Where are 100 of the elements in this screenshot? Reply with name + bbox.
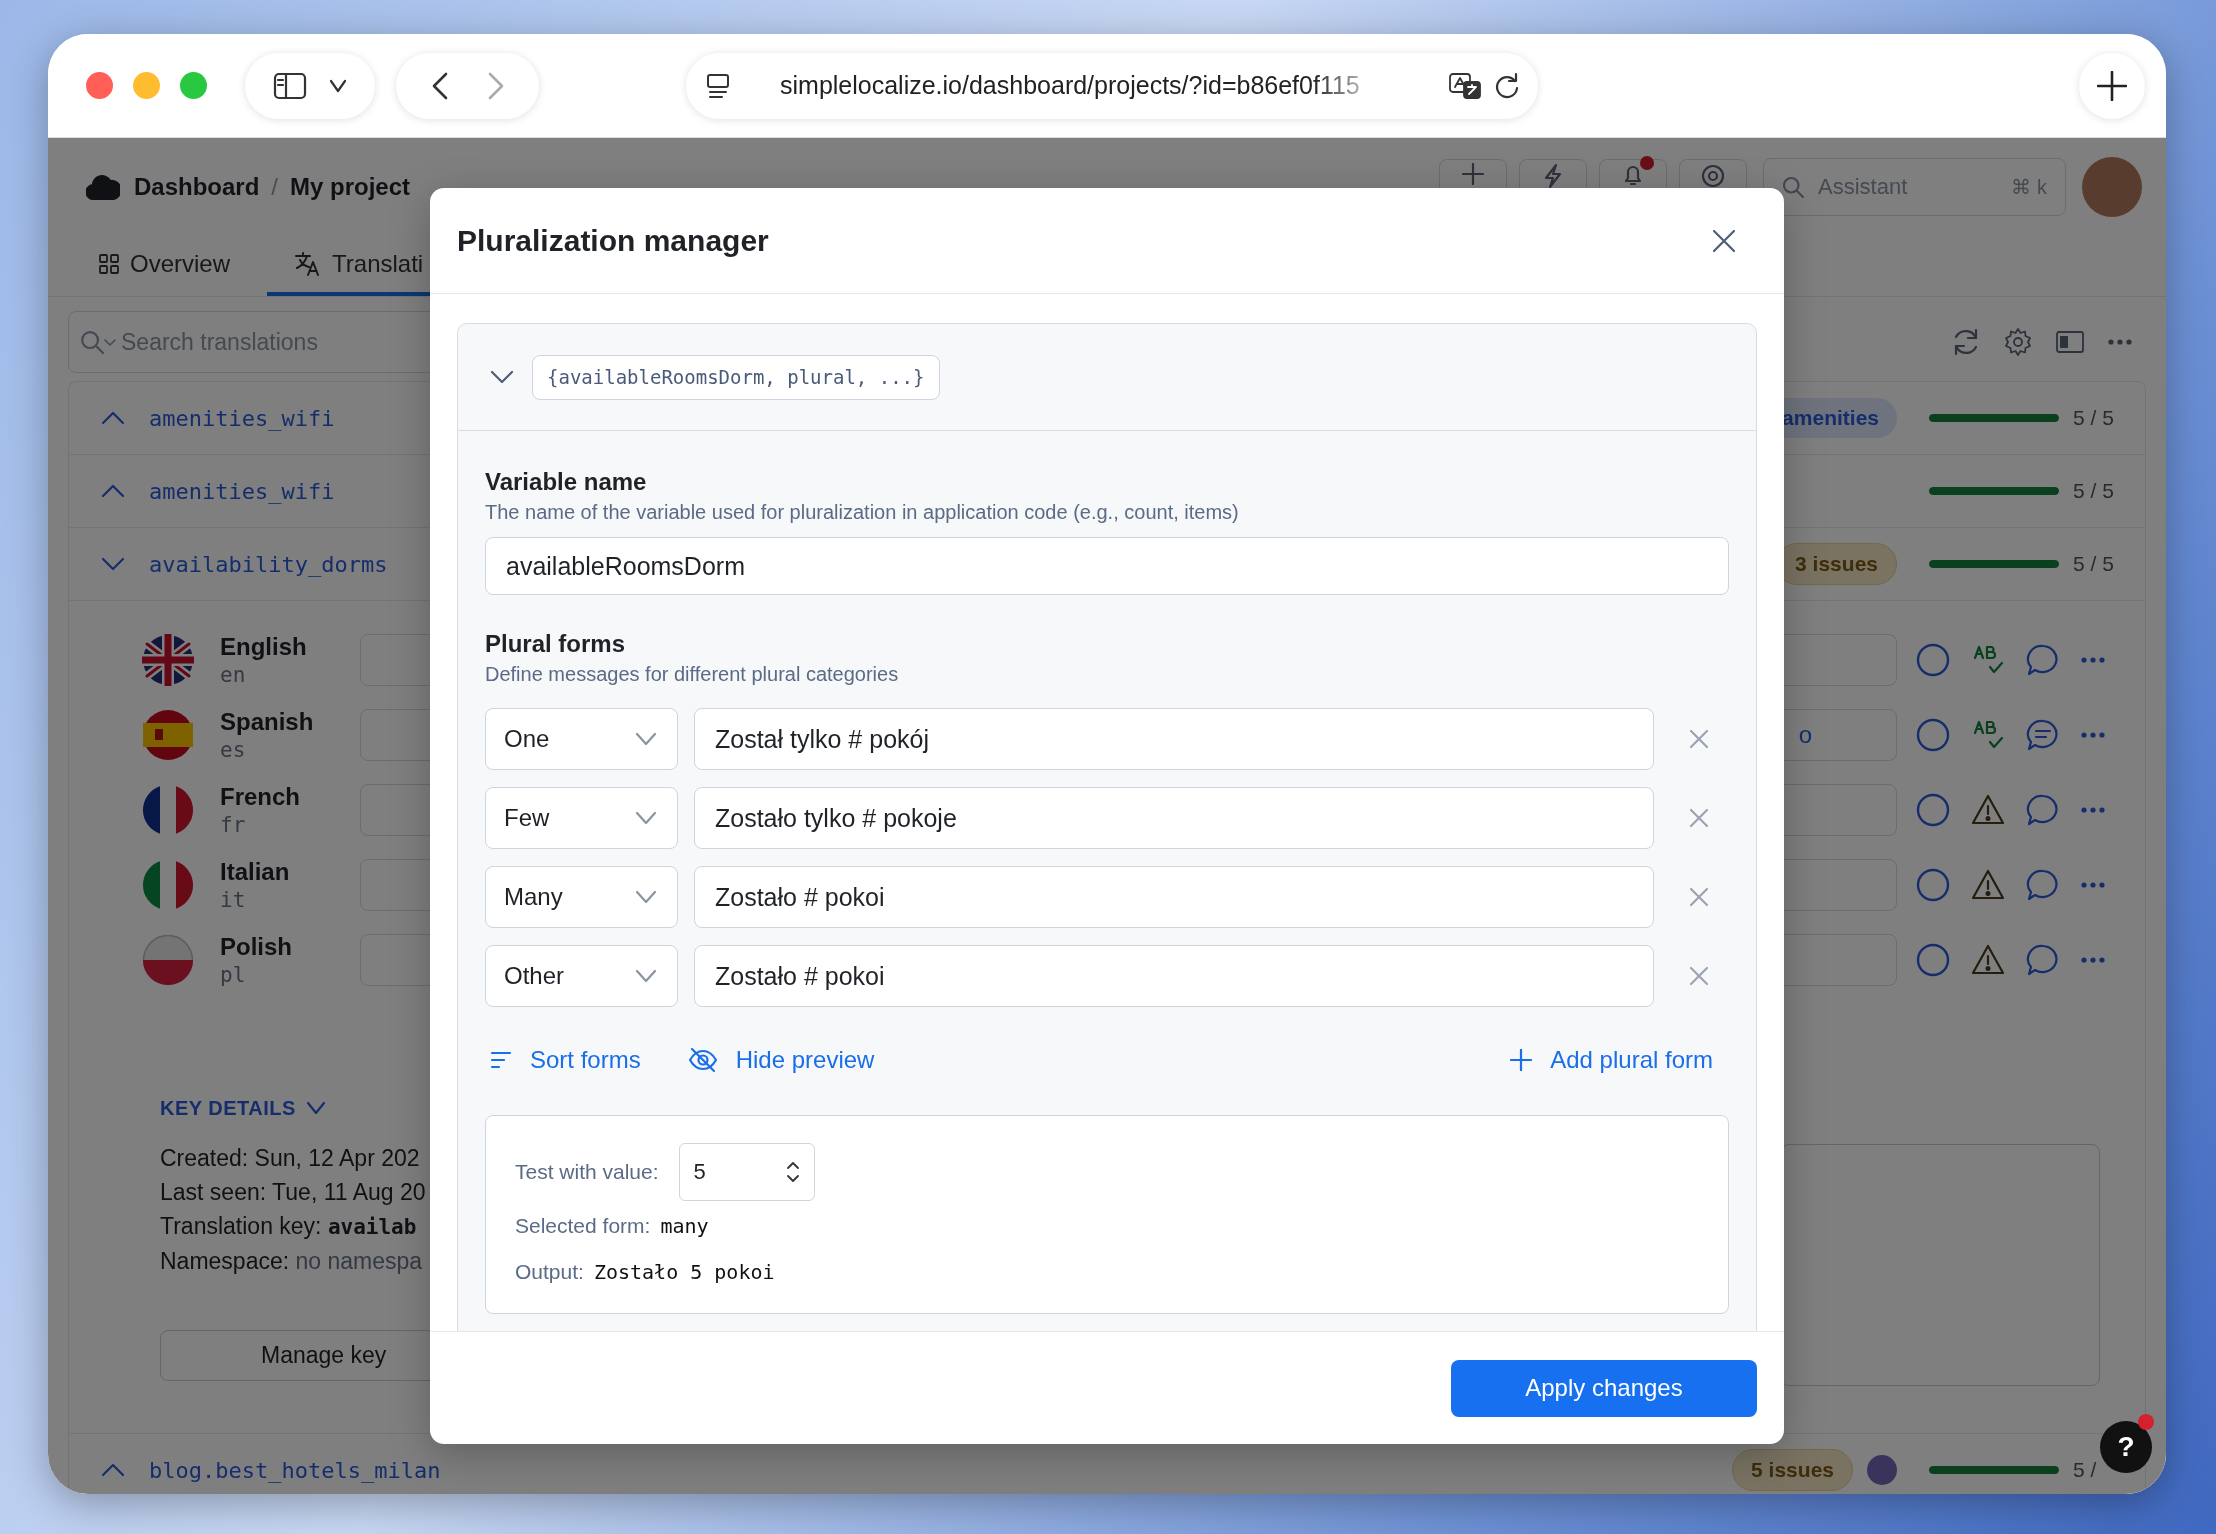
- issues-badge[interactable]: 5 issues: [1732, 1449, 1853, 1491]
- reload-icon: [1494, 71, 1520, 100]
- detail-text: Last seen: Tue, 11 Aug 20: [160, 1178, 427, 1207]
- search-icon: [80, 330, 104, 354]
- tab[interactable]: Overview: [78, 236, 251, 296]
- category-select[interactable]: Other: [485, 945, 678, 1007]
- more-icon[interactable]: [2080, 805, 2106, 814]
- message-field[interactable]: Zostało # pokoi: [694, 945, 1654, 1007]
- close-icon: [1689, 808, 1709, 828]
- chevron-down-icon: [329, 78, 347, 93]
- category-select[interactable]: One: [485, 708, 678, 770]
- chevron-down-icon: [635, 732, 657, 746]
- search-icon: [1782, 176, 1804, 198]
- chevron-right-icon: [487, 71, 504, 100]
- progress-count: 5 / 5: [2073, 552, 2115, 576]
- message-field[interactable]: Został tylko # pokój: [694, 708, 1654, 770]
- dialog-title: Pluralization manager: [457, 223, 769, 258]
- circle-icon[interactable]: [1915, 791, 1951, 828]
- language-name: French: [220, 782, 301, 811]
- flag-icon: [142, 933, 194, 986]
- field-hint: Define messages for different plural categories: [485, 662, 900, 687]
- address-field[interactable]: simplelocalize.io/dashboard/projects/?id=b86ef0f115: [780, 71, 1360, 100]
- chevron-down-icon: [635, 969, 657, 983]
- translation-key[interactable]: blog.best_hotels_milan: [149, 1457, 441, 1483]
- chevron-down-icon[interactable]: [101, 557, 125, 571]
- bell-icon: [1622, 163, 1644, 187]
- chevron-up-icon[interactable]: [101, 484, 125, 498]
- chevron-up-icon[interactable]: [101, 1463, 125, 1477]
- field-label: Plural forms: [485, 629, 627, 659]
- avatar: [2082, 157, 2142, 217]
- close-icon: [1689, 966, 1709, 986]
- circle-icon[interactable]: [1915, 716, 1951, 753]
- language-code: pl: [220, 962, 247, 987]
- close-button[interactable]: [1712, 228, 1736, 253]
- more-icon[interactable]: [2080, 880, 2106, 889]
- zoom-window-button[interactable]: [180, 72, 207, 99]
- icu-expression: {availableRoomsDorm, plural, ...}: [532, 354, 940, 400]
- close-window-button[interactable]: [86, 72, 113, 99]
- circle-icon[interactable]: [1915, 941, 1951, 978]
- translation-key[interactable]: amenities_wifi: [149, 478, 335, 504]
- chevron-down-icon: [635, 811, 657, 825]
- translation-key[interactable]: amenities_wifi: [149, 405, 335, 431]
- sort-icon: [490, 1050, 512, 1070]
- stepper-icon[interactable]: [785, 1160, 800, 1184]
- target-icon: [1700, 163, 1726, 189]
- progress-count: 5 / 5: [2073, 479, 2115, 503]
- help-button[interactable]: ?: [2100, 1421, 2152, 1473]
- panel-icon[interactable]: [2055, 330, 2085, 354]
- sort-forms-button[interactable]: Sort forms: [490, 1046, 641, 1074]
- selected-form-value: many: [660, 1214, 709, 1238]
- chevron-down-icon: [635, 890, 657, 904]
- chevron-down-icon[interactable]: [490, 370, 514, 384]
- language-name: Polish: [220, 932, 293, 961]
- apply-changes-button[interactable]: Apply changes: [1451, 1359, 1757, 1417]
- test-value-field[interactable]: 5: [678, 1143, 815, 1201]
- detail-text: Namespace: no namespa: [160, 1247, 424, 1276]
- chevron-left-icon: [431, 71, 448, 100]
- detail-text: Created: Sun, 12 Apr 202: [160, 1144, 421, 1173]
- more-icon[interactable]: [2080, 730, 2106, 739]
- flag-icon: [142, 708, 194, 761]
- key-details-toggle[interactable]: KEY DETAILS: [160, 1094, 500, 1122]
- field-label: Variable name: [485, 467, 648, 497]
- breadcrumb-link[interactable]: My project: [290, 173, 411, 201]
- chevron-up-icon[interactable]: [101, 411, 125, 425]
- caret-icon: [104, 339, 116, 347]
- breadcrumb-link[interactable]: Dashboard: [134, 173, 260, 201]
- add-form-button[interactable]: Add plural form: [1510, 1046, 1713, 1074]
- field-hint: The name of the variable used for pluralization in application code (e.g., count, items): [485, 500, 1240, 525]
- progress-count: 5 /: [2073, 1458, 2098, 1482]
- language-name: Spanish: [220, 707, 315, 736]
- circle-icon[interactable]: [1915, 866, 1951, 903]
- language-code: it: [220, 887, 247, 912]
- hide-preview-button[interactable]: Hide preview: [687, 1046, 875, 1074]
- close-icon: [1689, 729, 1709, 749]
- category-select[interactable]: Few: [485, 787, 678, 849]
- category-select[interactable]: Many: [485, 866, 678, 928]
- flag-icon: [142, 633, 194, 686]
- variable-name-field[interactable]: availableRoomsDorm: [485, 537, 1729, 595]
- eye-off-icon: [687, 1047, 718, 1073]
- language-code: en: [220, 662, 247, 687]
- grid-icon: [98, 253, 120, 275]
- translate-icon: [1448, 71, 1482, 100]
- chevron-down-icon: [305, 1101, 326, 1115]
- more-icon[interactable]: [2107, 338, 2133, 346]
- more-icon[interactable]: [2080, 955, 2106, 964]
- close-icon: [1712, 228, 1736, 253]
- settings-icon[interactable]: [2003, 327, 2033, 357]
- detail-text: Translation key: availab: [160, 1212, 418, 1241]
- cloud-logo-icon: [86, 174, 120, 200]
- circle-icon[interactable]: [1915, 641, 1951, 678]
- more-icon[interactable]: [2080, 655, 2106, 664]
- message-field[interactable]: Zostało # pokoi: [694, 866, 1654, 928]
- breadcrumb-separator: /: [271, 173, 279, 201]
- progress-count: 5 / 5: [2073, 406, 2115, 430]
- language-name: English: [220, 632, 308, 661]
- translation-key[interactable]: availability_dorms: [149, 551, 388, 577]
- page-icon: [706, 72, 730, 99]
- close-icon: [1689, 887, 1709, 907]
- message-field[interactable]: Zostało tylko # pokoje: [694, 787, 1654, 849]
- sidebar-icon: [273, 71, 307, 100]
